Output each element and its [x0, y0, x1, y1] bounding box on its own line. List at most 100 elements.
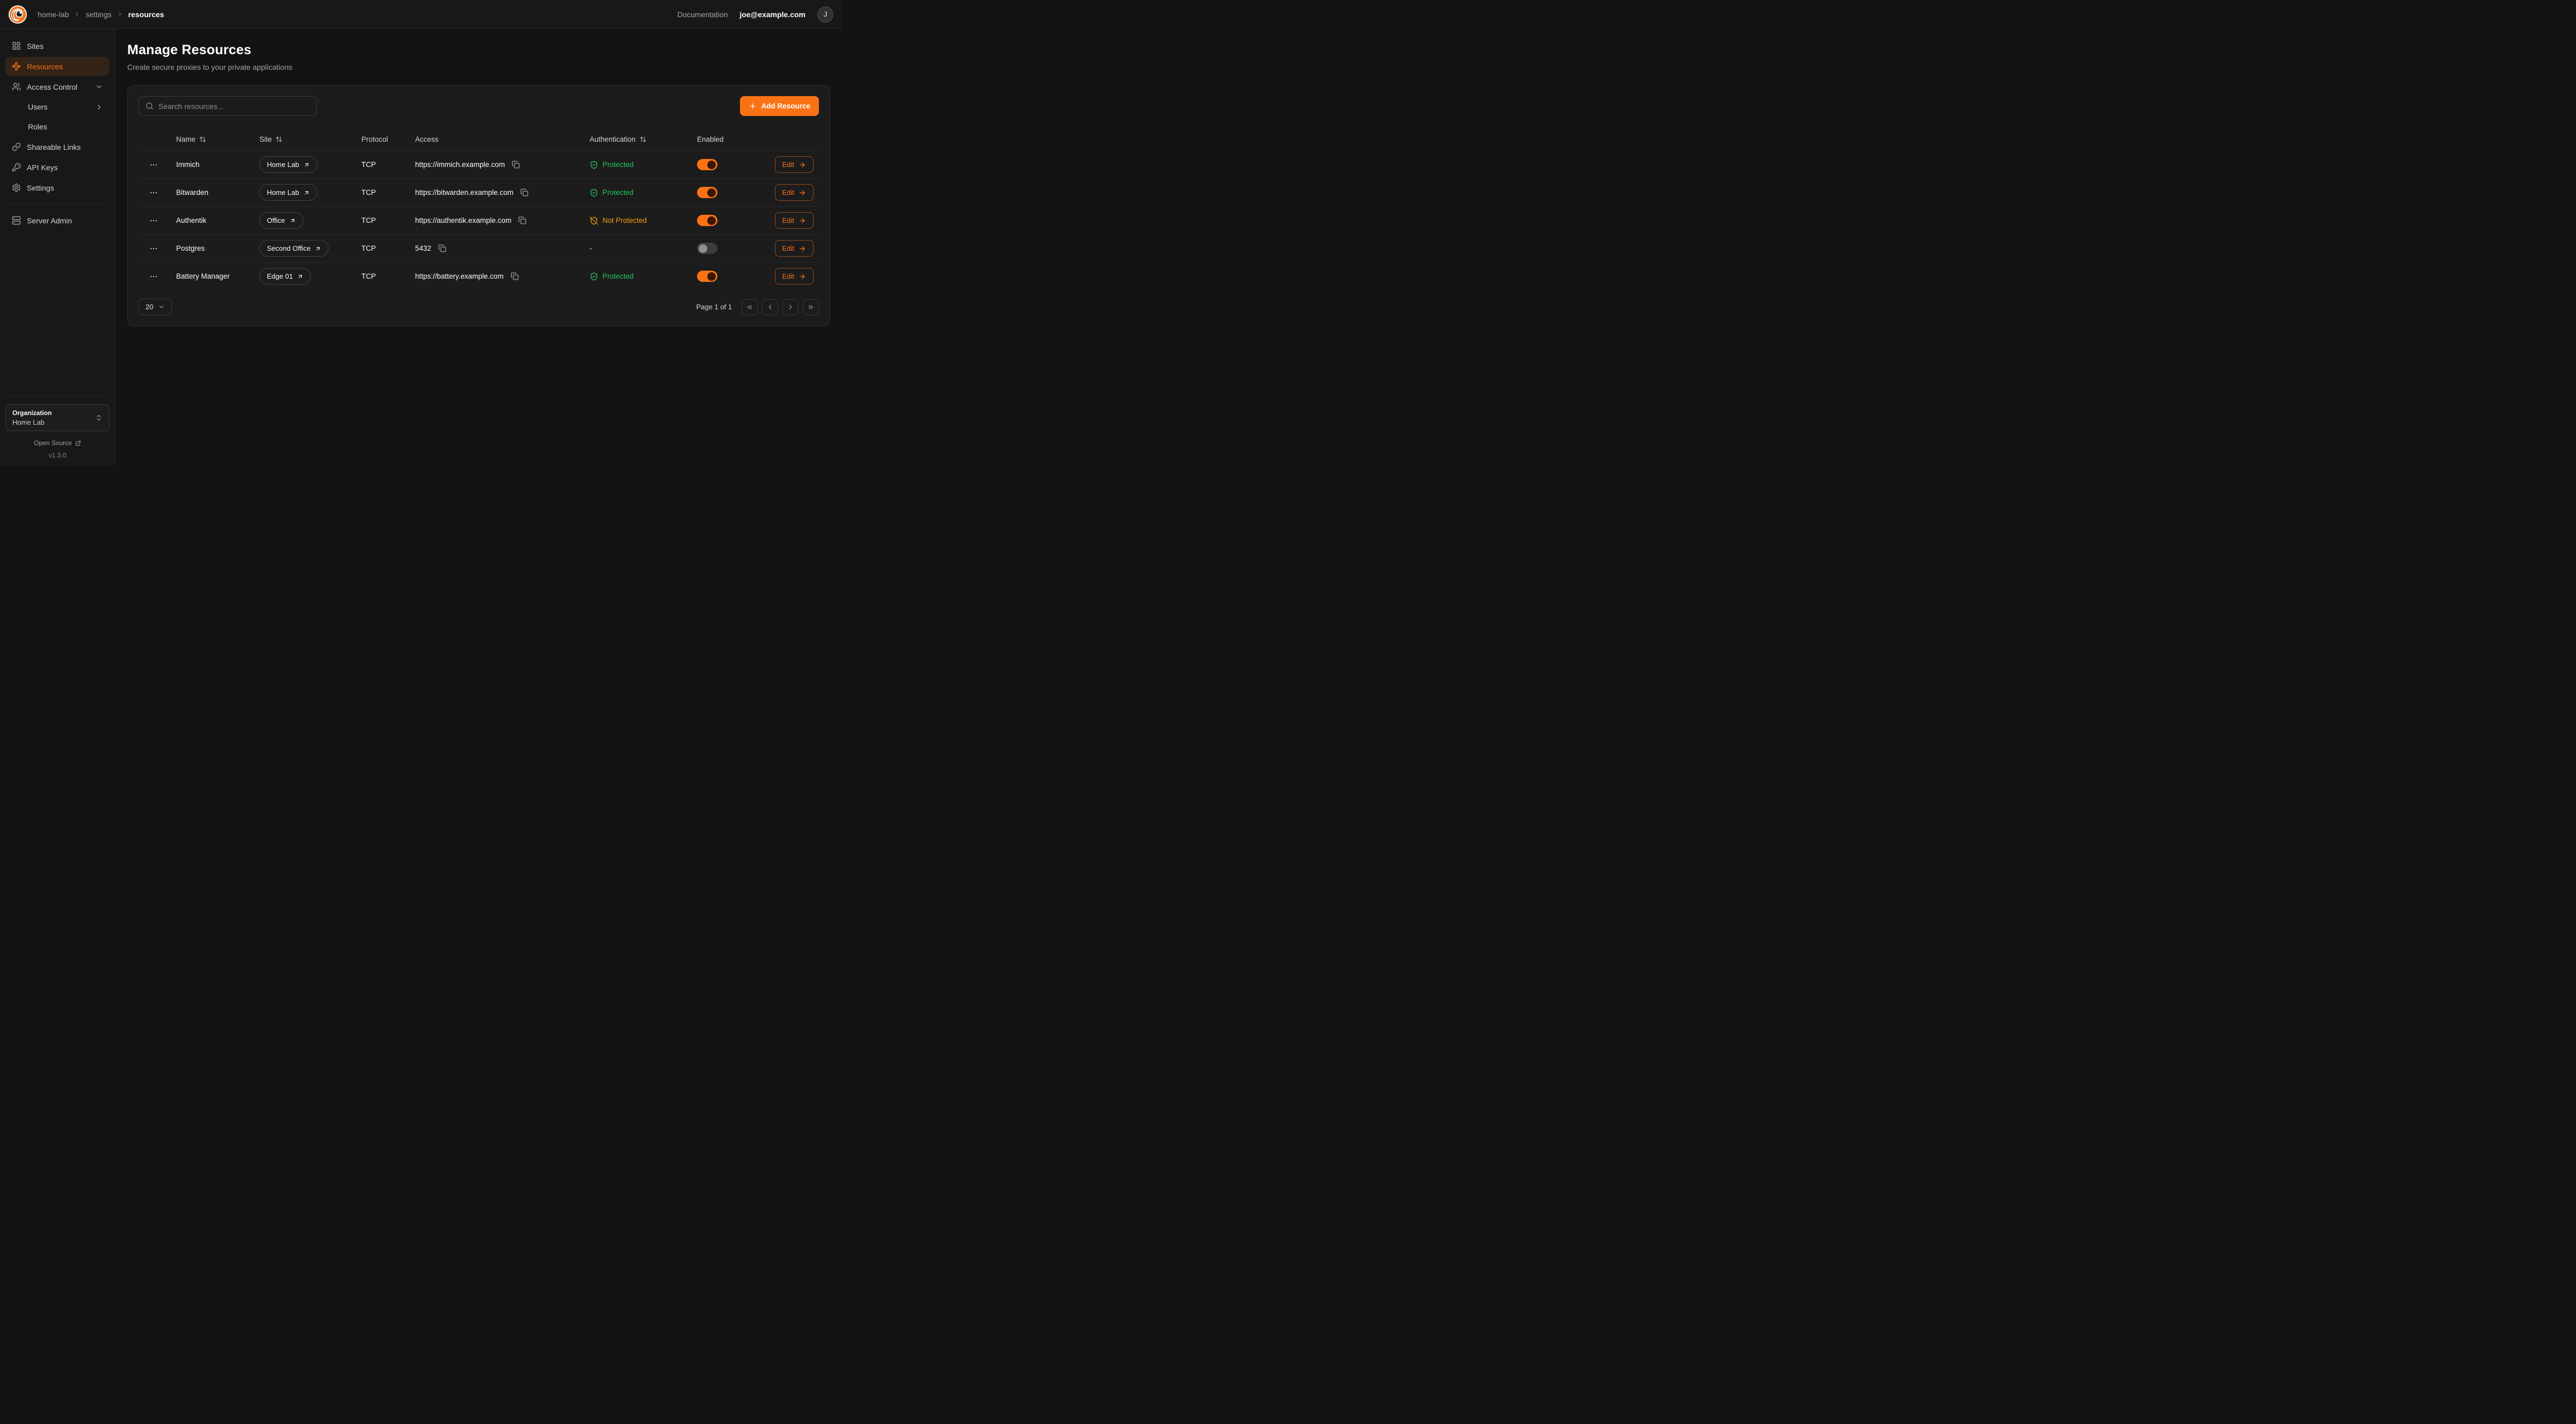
- sidebar-divider: [8, 204, 107, 205]
- row-menu-button[interactable]: [147, 186, 160, 199]
- edit-button[interactable]: Edit: [775, 268, 814, 285]
- documentation-link[interactable]: Documentation: [677, 10, 728, 19]
- arrow-right-icon: [799, 161, 806, 169]
- sidebar-item-users[interactable]: Users: [5, 98, 110, 116]
- toggle-knob: [707, 188, 716, 197]
- edit-button[interactable]: Edit: [775, 240, 814, 257]
- server-icon: [12, 216, 21, 225]
- auth-label: Protected: [603, 161, 634, 169]
- copy-icon[interactable]: [519, 187, 529, 198]
- access-url: https://authentik.example.com: [415, 216, 511, 224]
- copy-icon[interactable]: [511, 159, 521, 170]
- sidebar-item-settings[interactable]: Settings: [5, 178, 110, 197]
- toggle-knob: [707, 216, 716, 225]
- user-email[interactable]: joe@example.com: [739, 10, 806, 19]
- breadcrumb-home[interactable]: home-lab: [38, 10, 69, 19]
- column-label: Authentication: [590, 135, 636, 143]
- avatar[interactable]: J: [817, 6, 833, 23]
- access-url: https://immich.example.com: [415, 161, 505, 169]
- column-header-name[interactable]: Name: [176, 135, 259, 143]
- sidebar-item-resources[interactable]: Resources: [5, 57, 110, 76]
- enabled-toggle[interactable]: [697, 159, 717, 170]
- table-footer: 20 Page 1 of 1: [139, 299, 819, 315]
- access-url: https://battery.example.com: [415, 272, 504, 280]
- protocol: TCP: [361, 216, 415, 224]
- enabled-toggle[interactable]: [697, 243, 717, 254]
- edit-button[interactable]: Edit: [775, 212, 814, 229]
- previous-page-button[interactable]: [762, 299, 778, 315]
- main-content: Manage Resources Create secure proxies t…: [115, 29, 842, 466]
- toggle-knob: [707, 272, 716, 281]
- sidebar-item-shareable-links[interactable]: Shareable Links: [5, 137, 110, 156]
- edit-label: Edit: [782, 272, 794, 280]
- row-menu-button[interactable]: [147, 242, 160, 255]
- arrow-right-icon: [799, 189, 806, 197]
- search-icon: [146, 102, 154, 110]
- site-name: Home Lab: [267, 161, 299, 169]
- page-info: Page 1 of 1: [696, 303, 732, 311]
- sidebar-item-sites[interactable]: Sites: [5, 37, 110, 55]
- sidebar-item-label: Users: [28, 103, 48, 111]
- row-menu-button[interactable]: [147, 270, 160, 283]
- first-page-button[interactable]: [742, 299, 758, 315]
- site-link[interactable]: Home Lab: [259, 184, 317, 201]
- app-logo-icon[interactable]: [9, 5, 27, 24]
- sidebar-item-api-keys[interactable]: API Keys: [5, 158, 110, 177]
- shield-check-icon: [590, 188, 598, 197]
- edit-button[interactable]: Edit: [775, 184, 814, 201]
- sidebar-item-server-admin[interactable]: Server Admin: [5, 211, 110, 230]
- edit-label: Edit: [782, 188, 794, 197]
- toggle-knob: [699, 244, 707, 253]
- edit-button[interactable]: Edit: [775, 156, 814, 173]
- open-source-link[interactable]: Open Source: [5, 439, 110, 447]
- waypoints-icon: [12, 62, 21, 71]
- copy-icon[interactable]: [510, 271, 520, 281]
- sidebar: Sites Resources Access Control Users Rol…: [0, 29, 115, 466]
- breadcrumb-settings[interactable]: settings: [85, 10, 111, 19]
- auth-label: Protected: [603, 272, 634, 280]
- copy-icon[interactable]: [517, 215, 527, 226]
- copy-icon[interactable]: [437, 243, 447, 253]
- auth-status: -: [590, 244, 697, 252]
- sidebar-item-label: Access Control: [27, 83, 77, 91]
- row-menu-button[interactable]: [147, 158, 160, 171]
- protocol: TCP: [361, 244, 415, 252]
- link-icon: [12, 142, 21, 151]
- sidebar-item-access-control[interactable]: Access Control: [5, 77, 110, 96]
- table-row: Postgres Second Office TCP 5432 - Edit: [139, 234, 819, 262]
- users-icon: [12, 82, 21, 91]
- last-page-button[interactable]: [803, 299, 819, 315]
- column-header-access: Access: [415, 135, 590, 143]
- sort-icon: [640, 136, 647, 143]
- sidebar-item-label: Roles: [28, 122, 47, 131]
- page-size-select[interactable]: 20: [139, 299, 172, 315]
- row-menu-button[interactable]: [147, 214, 160, 227]
- sidebar-item-label: Shareable Links: [27, 143, 81, 151]
- site-link[interactable]: Second Office: [259, 240, 329, 257]
- gear-icon: [12, 183, 21, 192]
- edit-label: Edit: [782, 161, 794, 169]
- page-subtitle: Create secure proxies to your private ap…: [127, 63, 830, 71]
- plus-icon: [749, 102, 757, 110]
- table-row: Bitwarden Home Lab TCP https://bitwarden…: [139, 178, 819, 206]
- version-label: v1.3.0: [5, 452, 110, 459]
- column-header-site[interactable]: Site: [259, 135, 361, 143]
- sidebar-item-roles[interactable]: Roles: [5, 118, 110, 136]
- enabled-toggle[interactable]: [697, 187, 717, 198]
- enabled-toggle[interactable]: [697, 271, 717, 282]
- breadcrumb-current: resources: [128, 10, 164, 19]
- column-header-authentication[interactable]: Authentication: [590, 135, 697, 143]
- sort-icon: [199, 136, 206, 143]
- auth-status: Protected: [590, 188, 697, 197]
- search-input[interactable]: [158, 102, 310, 111]
- site-link[interactable]: Office: [259, 212, 303, 229]
- next-page-button[interactable]: [782, 299, 799, 315]
- organization-selector[interactable]: Organization Home Lab: [5, 404, 110, 431]
- site-link[interactable]: Edge 01: [259, 268, 311, 285]
- add-resource-button[interactable]: Add Resource: [740, 96, 819, 116]
- site-link[interactable]: Home Lab: [259, 156, 317, 173]
- protocol: TCP: [361, 188, 415, 197]
- auth-status: Protected: [590, 272, 697, 281]
- enabled-toggle[interactable]: [697, 215, 717, 226]
- chevron-right-icon: [117, 11, 124, 18]
